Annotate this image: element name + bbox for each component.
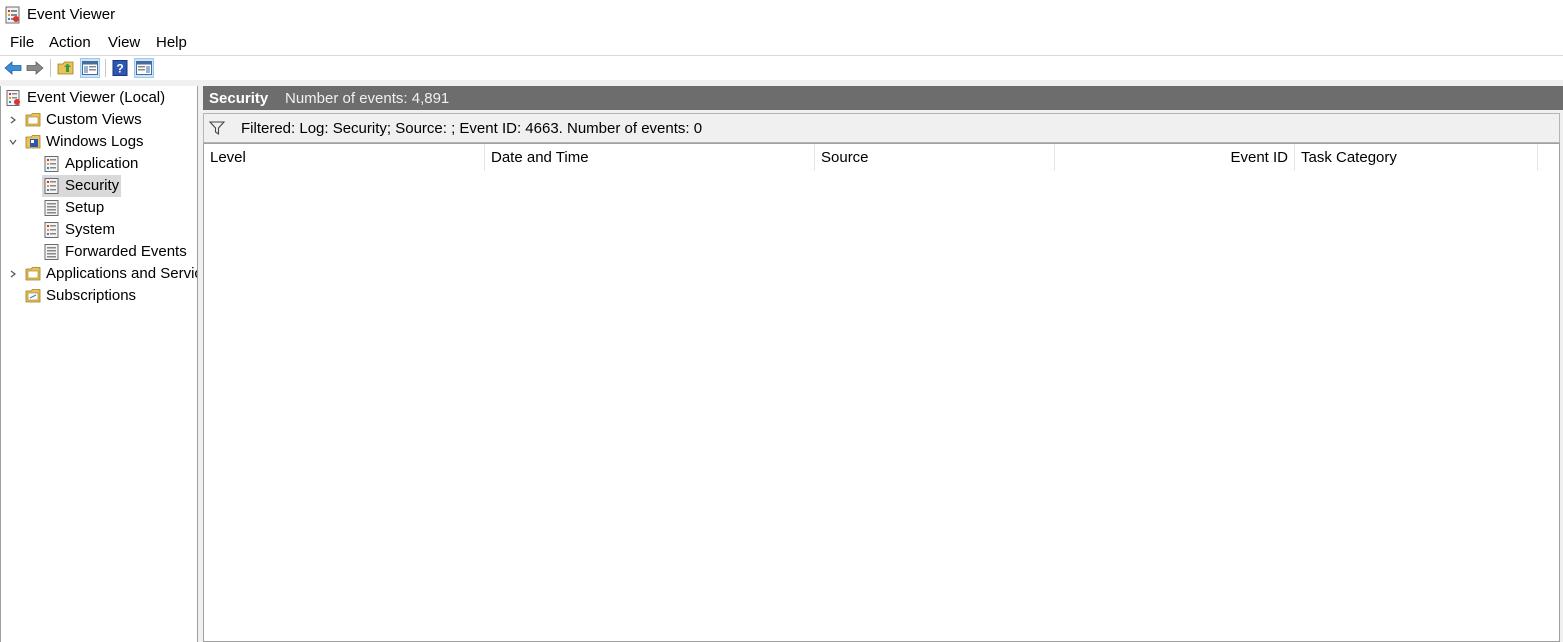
toolbar-separator (105, 59, 106, 77)
column-label-level: Level (210, 149, 246, 166)
column-header-task-category[interactable]: Task Category (1295, 144, 1538, 171)
back-button[interactable] (3, 58, 23, 78)
tree-label-apps-services: Applications and Services Logs (46, 265, 197, 282)
folder-up-icon (57, 61, 74, 75)
tree-item-setup[interactable]: Setup (1, 197, 197, 219)
tree-item-system[interactable]: System (1, 219, 197, 241)
filter-icon (209, 121, 225, 136)
log-plain-icon (44, 244, 59, 260)
tree-item-forwarded-events[interactable]: Forwarded Events (1, 241, 197, 263)
event-viewer-icon (6, 90, 20, 106)
svg-text:?: ? (116, 62, 123, 76)
help-button[interactable]: ? (110, 58, 130, 78)
tree-item-application[interactable]: Application (1, 153, 197, 175)
show-hide-action-pane-icon (136, 61, 152, 75)
tree-label-security: Security (65, 177, 120, 194)
log-icon (44, 178, 59, 194)
tree-label-application: Application (65, 155, 139, 172)
menu-bar: File Action View Help (0, 31, 1563, 54)
column-label-task-category: Task Category (1301, 149, 1397, 166)
subscriptions-icon (25, 289, 41, 303)
column-label-event-id: Event ID (1230, 149, 1288, 166)
chevron-right-icon[interactable] (8, 115, 18, 125)
chevron-right-icon[interactable] (8, 269, 18, 279)
forward-button[interactable] (25, 58, 45, 78)
toolbar-separator (50, 59, 51, 77)
log-icon (44, 222, 59, 238)
column-label-source: Source (821, 149, 869, 166)
filter-bar: Filtered: Log: Security; Source: ; Event… (203, 113, 1560, 143)
log-header-bar: Security Number of events: 4,891 (203, 86, 1563, 110)
show-hide-console-tree-icon (82, 61, 98, 75)
back-arrow-icon (4, 61, 22, 75)
menu-file[interactable]: File (10, 34, 34, 51)
toolbar: ? (0, 56, 1563, 80)
tree-label-setup: Setup (65, 199, 105, 216)
show-hide-action-pane-button[interactable] (134, 58, 154, 78)
column-header-level[interactable]: Level (204, 144, 485, 171)
content-pane: Security Number of events: 4,891 Filtere… (203, 86, 1563, 642)
column-label-date-time: Date and Time (491, 149, 589, 166)
event-viewer-app-icon (5, 6, 20, 24)
forward-arrow-icon (26, 61, 44, 75)
folder-icon (25, 267, 41, 281)
tree-label-root: Event Viewer (Local) (27, 89, 166, 106)
column-header-source[interactable]: Source (815, 144, 1055, 171)
window-title: Event Viewer (27, 6, 116, 23)
log-icon (44, 156, 59, 172)
title-bar: Event Viewer (0, 0, 1563, 30)
tree-item-windows-logs[interactable]: Windows Logs (1, 131, 197, 153)
console-tree: Event Viewer (Local) Custom Views Window… (0, 86, 198, 642)
folder-icon (25, 113, 41, 127)
tree-item-security[interactable]: Security (1, 175, 197, 197)
chevron-down-icon[interactable] (8, 137, 18, 147)
log-title: Security (209, 90, 269, 107)
filter-description: Filtered: Log: Security; Source: ; Event… (241, 120, 703, 137)
tree-label-system: System (65, 221, 116, 238)
menu-view[interactable]: View (108, 34, 140, 51)
tree-label-custom-views: Custom Views (46, 111, 142, 128)
show-hide-console-tree-button[interactable] (80, 58, 100, 78)
tree-item-apps-services[interactable]: Applications and Services Logs (1, 263, 197, 285)
events-table: Level Date and Time Source Event ID Task… (203, 143, 1560, 642)
up-one-level-button[interactable] (56, 58, 76, 78)
event-count: Number of events: 4,891 (285, 90, 450, 107)
menu-help[interactable]: Help (156, 34, 187, 51)
tree-label-forwarded-events: Forwarded Events (65, 243, 187, 260)
column-header-date-time[interactable]: Date and Time (485, 144, 815, 171)
log-plain-icon (44, 200, 59, 216)
column-header-event-id[interactable]: Event ID (1055, 144, 1295, 171)
menu-action[interactable]: Action (49, 34, 91, 51)
tree-item-root[interactable]: Event Viewer (Local) (1, 87, 197, 109)
windows-logs-folder-icon (25, 135, 41, 149)
tree-item-custom-views[interactable]: Custom Views (1, 109, 197, 131)
tree-label-subscriptions: Subscriptions (46, 287, 137, 304)
help-icon: ? (112, 60, 128, 76)
tree-item-subscriptions[interactable]: Subscriptions (1, 285, 197, 307)
tree-label-windows-logs: Windows Logs (46, 133, 144, 150)
